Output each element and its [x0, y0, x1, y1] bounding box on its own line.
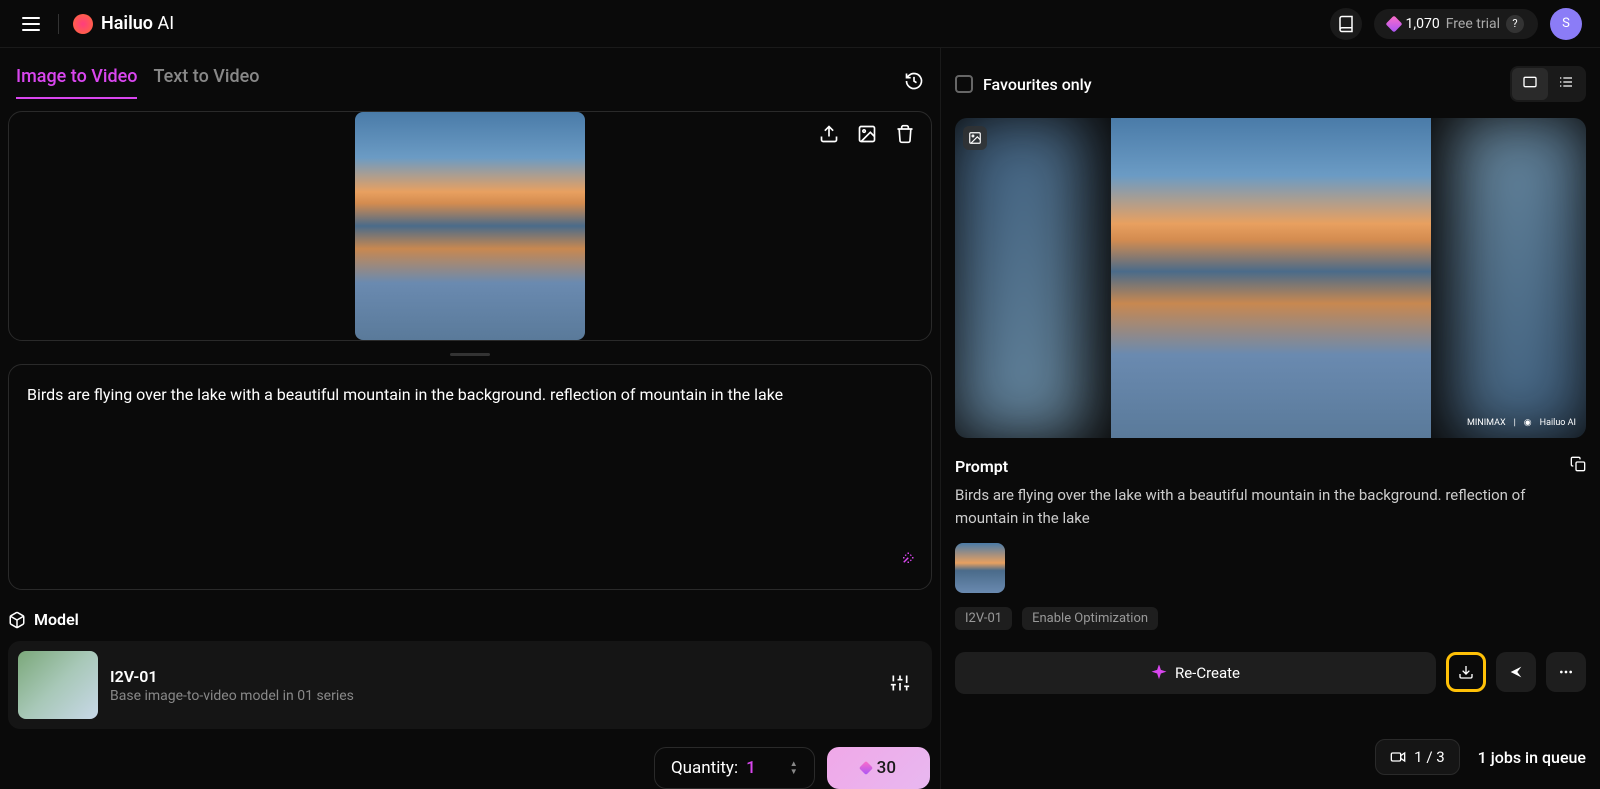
source-image-thumbnail[interactable] [955, 543, 1005, 593]
gem-icon [859, 761, 873, 775]
history-button[interactable] [904, 71, 924, 95]
left-panel: Image to Video Text to Video Birds are f… [0, 48, 940, 789]
logo[interactable]: Hailuo AI [73, 13, 174, 34]
menu-button[interactable] [18, 13, 44, 35]
download-button[interactable] [1446, 652, 1486, 692]
sparkle-icon [1151, 665, 1167, 681]
tag-optimization: Enable Optimization [1022, 607, 1158, 630]
download-icon [1458, 664, 1474, 680]
input-image[interactable] [355, 112, 585, 340]
status-bar: 1 / 3 1 jobs in queue [1375, 739, 1586, 775]
recreate-button[interactable]: Re-Create [955, 652, 1436, 694]
jobs-label: 1 jobs in queue [1478, 748, 1586, 767]
results-header: Favourites only [955, 66, 1586, 102]
resize-handle[interactable] [450, 353, 490, 356]
model-card[interactable]: I2V-01 Base image-to-video model in 01 s… [8, 641, 932, 729]
result-actions: Re-Create [955, 652, 1586, 694]
result-card: MINIMAX | ◉ Hailuo AI Prompt Birds are f… [955, 118, 1586, 694]
view-mode-toggles [1510, 66, 1586, 102]
more-icon [1558, 664, 1574, 680]
stepper-down[interactable]: ▼ [790, 769, 798, 775]
result-image-wrap[interactable]: MINIMAX | ◉ Hailuo AI [955, 118, 1586, 438]
logo-icon [73, 14, 93, 34]
model-section-label: Model [8, 610, 932, 629]
mode-tabs: Image to Video Text to Video [8, 48, 932, 111]
right-panel: Favourites only MINIMAX [940, 48, 1600, 789]
model-description: Base image-to-video model in 01 series [110, 688, 878, 704]
docs-button[interactable] [1330, 8, 1362, 40]
upload-icon[interactable] [819, 124, 839, 144]
result-type-badge [963, 126, 987, 150]
image-icon[interactable] [857, 124, 877, 144]
share-button[interactable] [1496, 652, 1536, 692]
list-icon [1558, 74, 1574, 90]
model-section: Model I2V-01 Base image-to-video model i… [8, 610, 932, 729]
header-left: Hailuo AI [18, 13, 174, 35]
gem-icon [1385, 15, 1402, 32]
video-icon [1390, 749, 1406, 765]
view-grid-button[interactable] [1512, 68, 1548, 100]
prompt-input-box[interactable]: Birds are flying over the lake with a be… [8, 364, 932, 590]
credits-badge[interactable]: 1,070 Free trial ? [1374, 9, 1538, 39]
sliders-icon [890, 673, 910, 693]
model-name: I2V-01 [110, 667, 878, 686]
queue-indicator[interactable]: 1 / 3 [1375, 739, 1460, 775]
favourites-label: Favourites only [983, 75, 1092, 94]
queue-count: 1 / 3 [1414, 748, 1445, 766]
logo-text: Hailuo AI [101, 13, 174, 34]
model-settings-button[interactable] [890, 673, 910, 697]
quantity-label: Quantity: [671, 758, 738, 778]
prompt-header: Prompt [955, 456, 1586, 476]
copy-icon [1570, 456, 1586, 472]
favourites-checkbox[interactable] [955, 75, 973, 93]
prompt-title: Prompt [955, 457, 1008, 476]
book-icon [1337, 15, 1355, 33]
more-button[interactable] [1546, 652, 1586, 692]
image-preview-box [8, 111, 932, 341]
share-icon [1508, 664, 1524, 680]
magic-wand-button[interactable] [897, 551, 915, 573]
cube-icon [8, 611, 26, 629]
grid-icon [1522, 74, 1538, 90]
generate-button[interactable]: 30 [827, 747, 930, 789]
avatar-initial: S [1562, 16, 1570, 31]
divider [58, 14, 59, 34]
generation-controls: Quantity: 1 ▲ ▼ 30 [8, 747, 932, 789]
quantity-control: Quantity: 1 ▲ ▼ [654, 747, 815, 789]
prompt-input-text: Birds are flying over the lake with a be… [27, 383, 913, 407]
app-header: Hailuo AI 1,070 Free trial ? S [0, 0, 1600, 48]
preview-actions [819, 124, 915, 144]
trial-label: Free trial [1446, 16, 1500, 32]
history-icon [904, 71, 924, 91]
generate-cost: 30 [877, 758, 896, 778]
watermark: MINIMAX | ◉ Hailuo AI [1467, 418, 1576, 428]
result-prompt-text: Birds are flying over the lake with a be… [955, 484, 1586, 529]
main-content: Image to Video Text to Video Birds are f… [0, 48, 1600, 789]
result-tags: I2V-01 Enable Optimization [955, 607, 1586, 630]
favourites-filter[interactable]: Favourites only [955, 75, 1092, 94]
help-icon[interactable]: ? [1506, 15, 1524, 33]
view-list-button[interactable] [1548, 68, 1584, 100]
blur-bg-right [1456, 118, 1586, 438]
result-image [1111, 118, 1431, 438]
image-icon [968, 131, 982, 145]
result-prompt-section: Prompt Birds are flying over the lake wi… [955, 456, 1586, 694]
quantity-value: 1 [746, 758, 756, 778]
trash-icon[interactable] [895, 124, 915, 144]
credits-count: 1,070 [1406, 16, 1440, 32]
user-avatar[interactable]: S [1550, 8, 1582, 40]
model-thumbnail [18, 651, 98, 719]
copy-prompt-button[interactable] [1570, 456, 1586, 476]
quantity-stepper: ▲ ▼ [790, 761, 798, 775]
model-info: I2V-01 Base image-to-video model in 01 s… [110, 667, 878, 704]
blur-bg-left [955, 118, 1085, 438]
tab-text-to-video[interactable]: Text to Video [153, 66, 259, 99]
tab-image-to-video[interactable]: Image to Video [16, 66, 137, 99]
tab-list: Image to Video Text to Video [16, 66, 259, 99]
tag-model: I2V-01 [955, 607, 1012, 630]
header-right: 1,070 Free trial ? S [1330, 8, 1582, 40]
